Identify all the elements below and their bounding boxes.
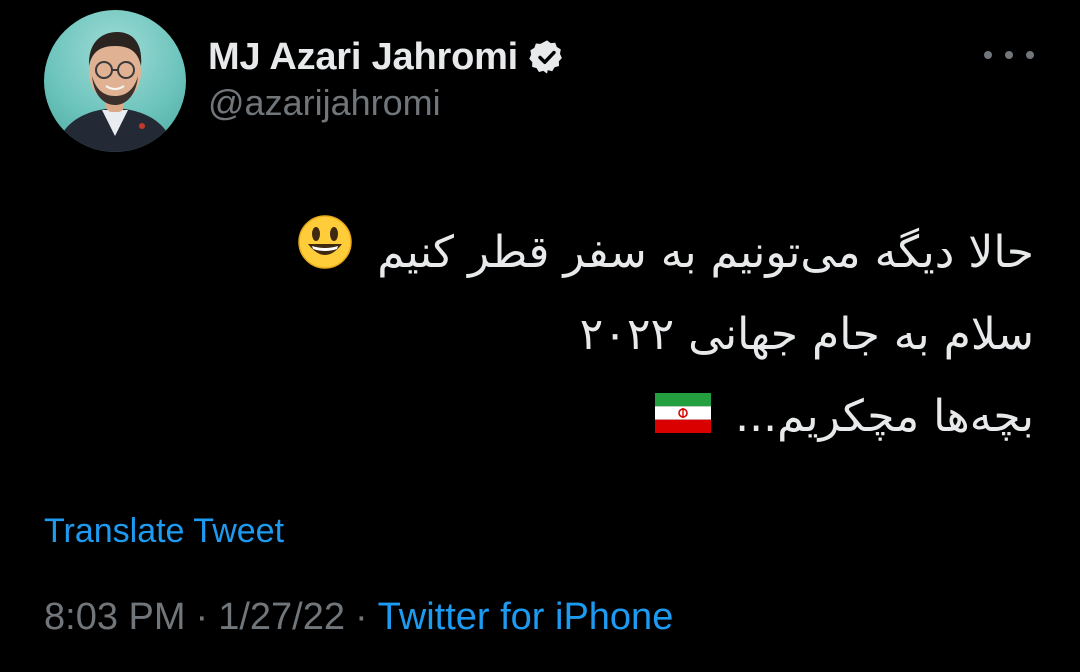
tweet-line-3: بچه‌ها مچکریم... [34,376,1034,458]
more-horizontal-icon [984,51,992,59]
smiling-face-emoji [297,214,353,297]
more-horizontal-icon-dot [1026,51,1034,59]
avatar-photo [54,32,176,152]
tweet-line-1-text: حالا دیگه می‌تونیم به سفر قطر کنیم [377,227,1034,278]
tweet-line-2: سلام به جام جهانی ۲۰۲۲ [579,309,1034,360]
avatar[interactable] [44,10,186,152]
tweet-line-1: حالا دیگه می‌تونیم به سفر قطر کنیم [34,212,1034,294]
tweet-source-link[interactable]: Twitter for iPhone [378,596,674,638]
translate-tweet-link[interactable]: Translate Tweet [44,512,284,551]
meta-separator: · [195,596,209,638]
tweet-date[interactable]: 1/27/22 [218,596,345,638]
tweet-line-3-text: بچه‌ها مچکریم... [735,391,1034,442]
tweet-meta: 8:03 PM · 1/27/22 · Twitter for iPhone [44,596,673,639]
tweet-text: حالا دیگه می‌تونیم به سفر قطر کنیم سلام … [34,212,1034,458]
iran-flag-emoji [655,378,712,460]
verified-badge-icon [528,38,566,76]
more-options-button[interactable] [984,40,1034,70]
tweet-time[interactable]: 8:03 PM [44,596,186,638]
display-name[interactable]: MJ Azari Jahromi [208,36,518,79]
more-horizontal-icon-dot [1005,51,1013,59]
author-name-row[interactable]: MJ Azari Jahromi [208,34,566,80]
meta-separator: · [354,596,368,638]
author-handle[interactable]: @azarijahromi [208,82,441,124]
